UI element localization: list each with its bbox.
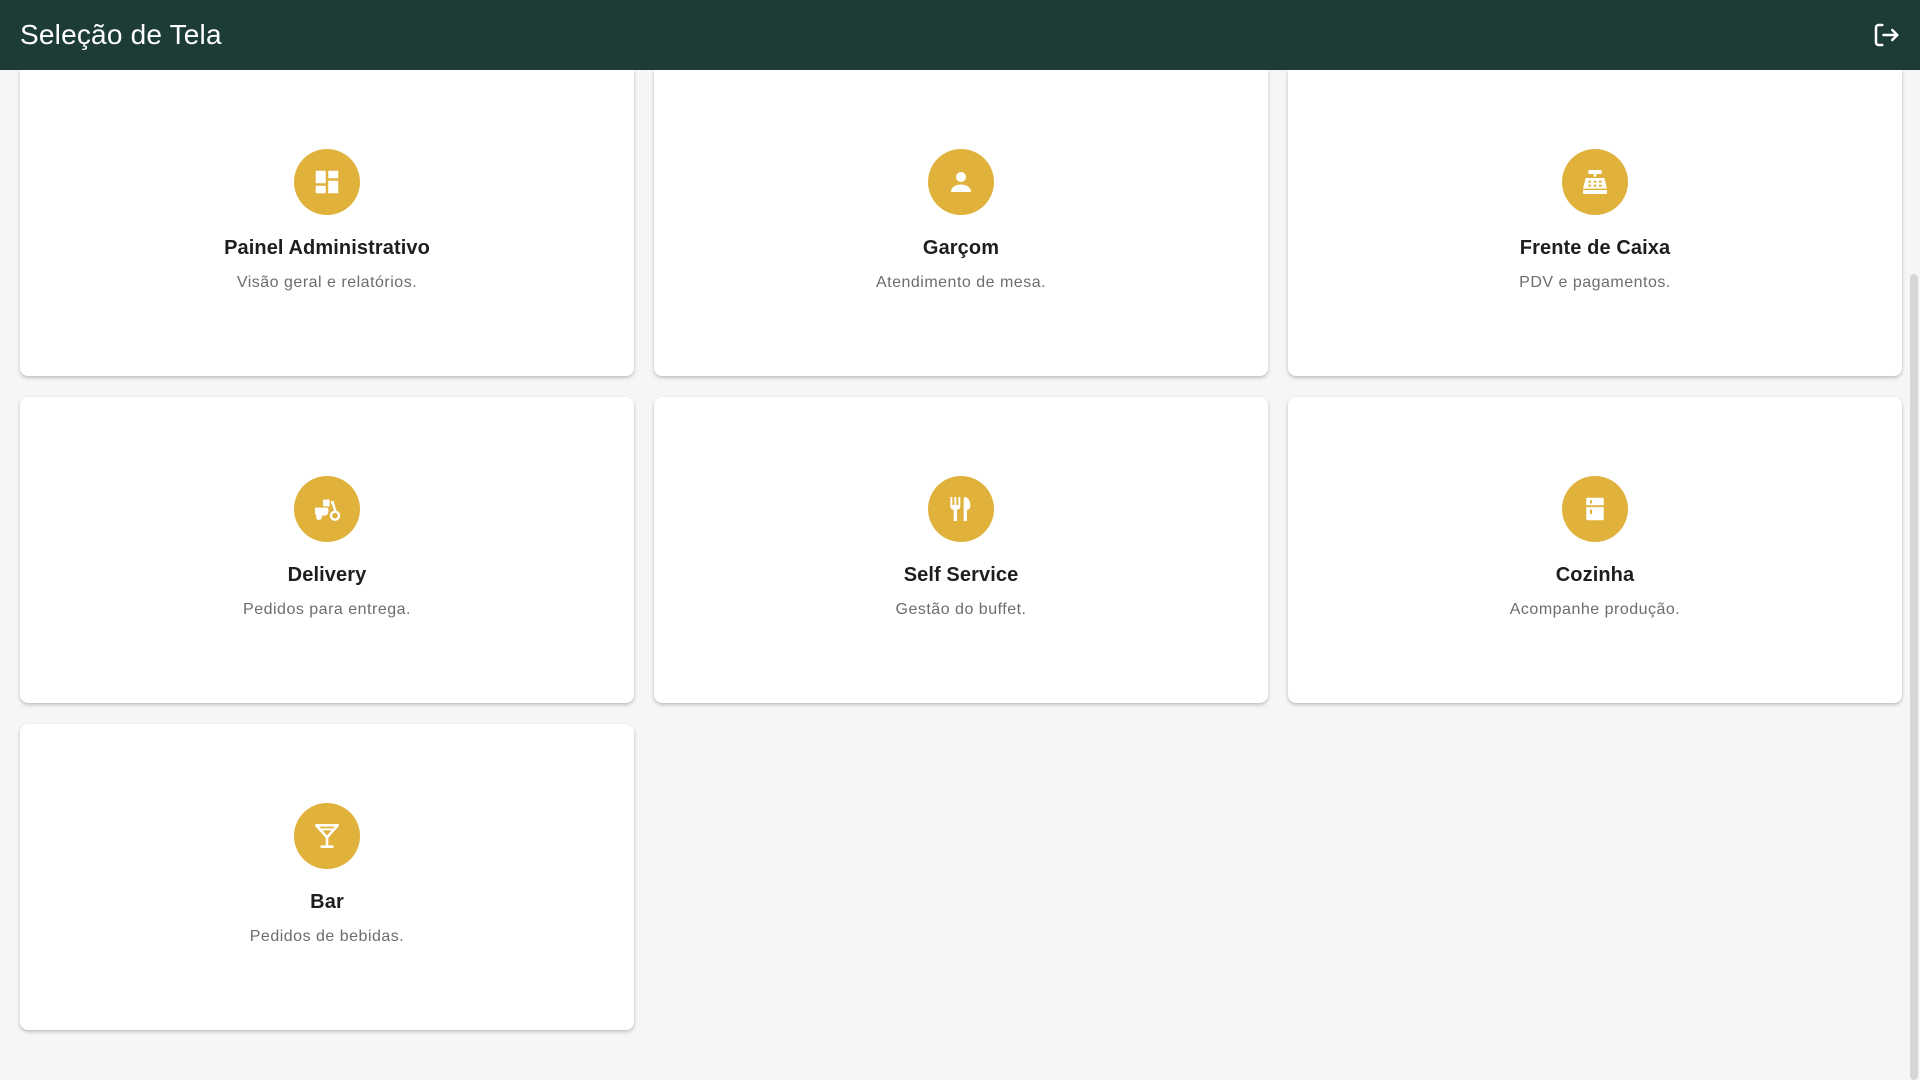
screen-cards-grid: Painel Administrativo Visão geral e rela… xyxy=(20,70,1902,1030)
person-icon xyxy=(951,172,971,192)
card-delivery[interactable]: Delivery Pedidos para entrega. xyxy=(20,397,634,703)
card-title: Frente de Caixa xyxy=(1519,237,1671,259)
card-frente-de-caixa[interactable]: Frente de Caixa PDV e pagamentos. xyxy=(1288,70,1902,376)
logout-button[interactable] xyxy=(1866,15,1906,55)
card-icon-circle xyxy=(928,476,994,542)
dashboard-icon xyxy=(315,170,339,194)
delivery-scooter-icon xyxy=(315,499,341,521)
card-garcom[interactable]: Garçom Atendimento de mesa. xyxy=(654,70,1268,376)
card-painel-administrativo[interactable]: Painel Administrativo Visão geral e rela… xyxy=(20,70,634,376)
logout-icon xyxy=(1874,23,1899,47)
card-title: Delivery xyxy=(287,564,367,586)
card-description: Pedidos de bebidas. xyxy=(249,928,405,945)
card-description: Atendimento de mesa. xyxy=(875,274,1047,291)
screen-selection-content: Painel Administrativo Visão geral e rela… xyxy=(0,70,1920,1080)
card-title: Garçom xyxy=(922,237,1000,259)
app-bar: Seleção de Tela xyxy=(0,0,1920,70)
card-title: Cozinha xyxy=(1555,564,1635,586)
vertical-scrollbar[interactable] xyxy=(1906,70,1920,1080)
card-cozinha[interactable]: Cozinha Acompanhe produção. xyxy=(1288,397,1902,703)
scrollbar-thumb[interactable] xyxy=(1910,274,1918,1080)
card-title: Bar xyxy=(310,891,344,913)
cocktail-icon xyxy=(315,824,339,848)
card-icon-circle xyxy=(1562,476,1628,542)
card-self-service[interactable]: Self Service Gestão do buffet. xyxy=(654,397,1268,703)
card-description: Visão geral e relatórios. xyxy=(236,274,418,291)
card-description: PDV e pagamentos. xyxy=(1519,274,1671,291)
card-description: Acompanhe produção. xyxy=(1509,601,1681,618)
kitchen-icon xyxy=(1586,497,1604,521)
utensils-icon xyxy=(950,497,971,521)
card-icon-circle xyxy=(1562,149,1628,215)
card-icon-circle xyxy=(928,149,994,215)
page-title: Seleção de Tela xyxy=(20,19,222,50)
card-description: Pedidos para entrega. xyxy=(243,601,411,618)
card-icon-circle xyxy=(294,149,360,215)
card-icon-circle xyxy=(294,476,360,542)
card-description: Gestão do buffet. xyxy=(895,601,1027,618)
cash-register-icon xyxy=(1583,170,1607,194)
card-icon-circle xyxy=(294,803,360,869)
card-bar[interactable]: Bar Pedidos de bebidas. xyxy=(20,724,634,1030)
card-title: Self Service xyxy=(903,564,1019,586)
card-title: Painel Administrativo xyxy=(224,237,430,259)
